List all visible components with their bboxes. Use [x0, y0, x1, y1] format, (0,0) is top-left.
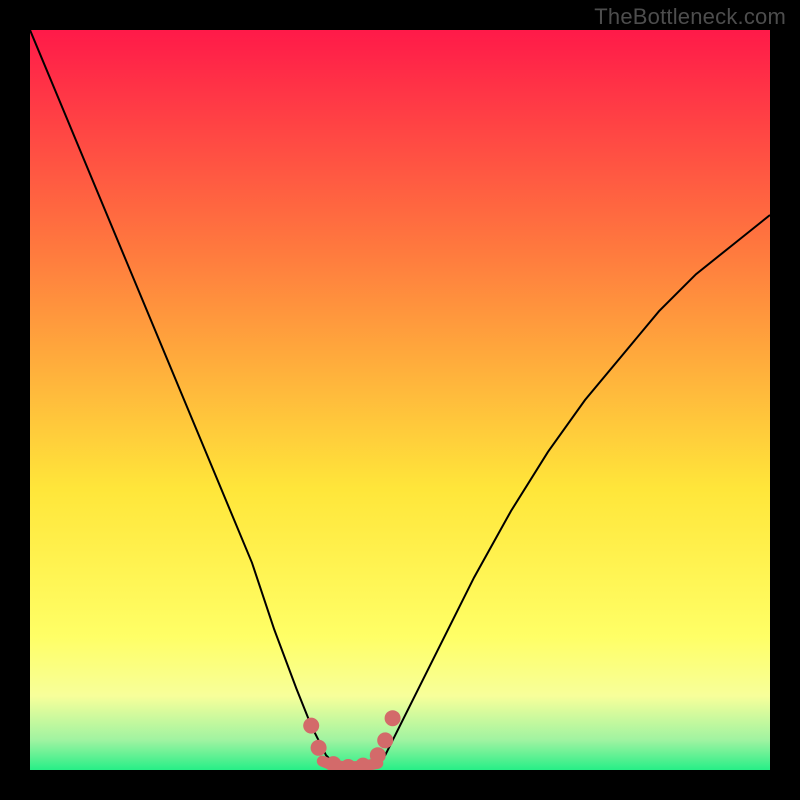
watermark-text: TheBottleneck.com: [594, 4, 786, 30]
gradient-background: [30, 30, 770, 770]
vertex-marker: [377, 732, 393, 748]
vertex-marker: [311, 740, 327, 756]
vertex-marker: [370, 747, 386, 763]
vertex-marker: [303, 718, 319, 734]
chart-frame: TheBottleneck.com: [0, 0, 800, 800]
plot-svg: [30, 30, 770, 770]
plot-area: [30, 30, 770, 770]
vertex-marker: [385, 710, 401, 726]
